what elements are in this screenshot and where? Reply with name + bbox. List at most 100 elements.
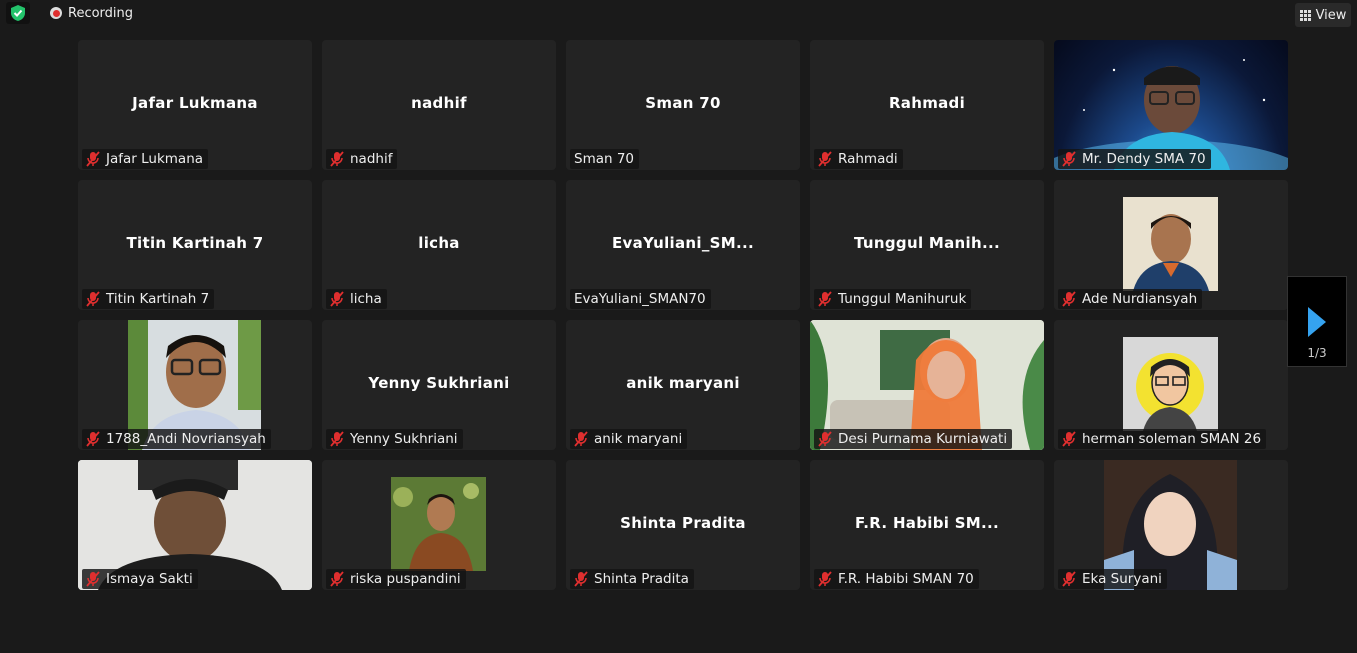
participant-tile[interactable]: F.R. Habibi SM... F.R. Habibi SMAN 70 [810, 460, 1044, 590]
view-button[interactable]: View [1295, 3, 1351, 27]
participant-name-label: licha [326, 289, 387, 309]
mic-muted-icon [86, 431, 100, 447]
participant-name-label: EvaYuliani_SMAN70 [570, 289, 711, 309]
participant-name-label: anik maryani [570, 429, 688, 449]
participant-display-name: Shinta Pradita [620, 514, 746, 532]
participant-name-label: herman soleman SMAN 26 [1058, 429, 1267, 449]
participant-name: F.R. Habibi SMAN 70 [838, 571, 974, 587]
mic-muted-icon [86, 291, 100, 307]
record-icon [50, 7, 62, 19]
participant-name-label: Tunggul Manihuruk [814, 289, 972, 309]
participant-name-label: Yenny Sukhriani [326, 429, 463, 449]
participant-tile[interactable]: Mr. Dendy SMA 70 [1054, 40, 1288, 170]
participant-name: Shinta Pradita [594, 571, 689, 587]
participant-photo [1123, 337, 1218, 431]
participant-tile[interactable]: herman soleman SMAN 26 [1054, 320, 1288, 450]
participant-tile[interactable]: Ade Nurdiansyah [1054, 180, 1288, 310]
participant-name: Jafar Lukmana [106, 151, 204, 167]
participant-display-name: anik maryani [626, 374, 740, 392]
participant-name-label: nadhif [326, 149, 398, 169]
participant-display-name: F.R. Habibi SM... [854, 514, 1000, 532]
participant-name-label: F.R. Habibi SMAN 70 [814, 569, 979, 589]
mic-muted-icon [818, 291, 832, 307]
view-label: View [1315, 7, 1347, 23]
participant-tile[interactable]: EvaYuliani_SM... EvaYuliani_SMAN70 [566, 180, 800, 310]
participant-name-label: Jafar Lukmana [82, 149, 209, 169]
participant-display-name: Yenny Sukhriani [368, 374, 510, 392]
participant-name-label: Rahmadi [814, 149, 903, 169]
mic-muted-icon [86, 151, 100, 167]
participant-name-label: Mr. Dendy SMA 70 [1058, 149, 1211, 169]
participant-tile[interactable]: licha licha [322, 180, 556, 310]
participant-display-name: Sman 70 [645, 94, 721, 112]
participant-name: Titin Kartinah 7 [106, 291, 210, 307]
page-indicator: 1/3 [1307, 346, 1327, 360]
participant-name-label: 1788_Andi Novriansyah [82, 429, 271, 449]
chevron-right-icon [1308, 307, 1326, 337]
participant-tile[interactable]: Yenny Sukhriani Yenny Sukhriani [322, 320, 556, 450]
shield-check-icon[interactable] [6, 2, 30, 24]
participant-name-label: Desi Purnama Kurniawati [814, 429, 1013, 449]
mic-muted-icon [818, 151, 832, 167]
participant-name-label: riska puspandini [326, 569, 466, 589]
participant-tile[interactable]: Desi Purnama Kurniawati [810, 320, 1044, 450]
mic-muted-icon [86, 571, 100, 587]
participant-name: Tunggul Manihuruk [838, 291, 967, 307]
participant-name-label: Ismaya Sakti [82, 569, 198, 589]
participant-name: 1788_Andi Novriansyah [106, 431, 266, 447]
mic-muted-icon [1062, 291, 1076, 307]
participant-name: anik maryani [594, 431, 683, 447]
participant-name: Rahmadi [838, 151, 898, 167]
participant-name-label: Titin Kartinah 7 [82, 289, 215, 309]
participant-tile[interactable]: 1788_Andi Novriansyah [78, 320, 312, 450]
participant-tile[interactable]: anik maryani anik maryani [566, 320, 800, 450]
participant-display-name: Titin Kartinah 7 [126, 234, 264, 252]
grid-icon [1299, 9, 1311, 21]
participant-display-name: Rahmadi [888, 94, 966, 112]
participant-name: Ade Nurdiansyah [1082, 291, 1198, 307]
mic-muted-icon [574, 431, 588, 447]
participant-name: Yenny Sukhriani [350, 431, 458, 447]
gallery-grid: Jafar Lukmana Jafar Lukmana nadhif nadhi… [78, 40, 1288, 590]
mic-muted-icon [818, 571, 832, 587]
participant-tile[interactable]: Shinta Pradita Shinta Pradita [566, 460, 800, 590]
mic-muted-icon [330, 571, 344, 587]
participant-name: Desi Purnama Kurniawati [838, 431, 1008, 447]
participant-display-name: Jafar Lukmana [132, 94, 258, 112]
participant-name: Ismaya Sakti [106, 571, 193, 587]
participant-tile[interactable]: nadhif nadhif [322, 40, 556, 170]
participant-display-name: nadhif [411, 94, 467, 112]
participant-display-name: Tunggul Manih... [854, 234, 1000, 252]
participant-name: Mr. Dendy SMA 70 [1082, 151, 1206, 167]
recording-label: Recording [68, 5, 134, 21]
participant-name: Sman 70 [574, 151, 635, 167]
participant-photo [391, 477, 486, 571]
participant-name: licha [350, 291, 382, 307]
participant-name: EvaYuliani_SMAN70 [574, 291, 706, 307]
participant-tile[interactable]: Titin Kartinah 7 Titin Kartinah 7 [78, 180, 312, 310]
mic-muted-icon [1062, 151, 1076, 167]
participant-name: riska puspandini [350, 571, 461, 587]
participant-display-name: EvaYuliani_SM... [612, 234, 754, 252]
participant-tile[interactable]: Tunggul Manih... Tunggul Manihuruk [810, 180, 1044, 310]
participant-tile[interactable]: Sman 70 Sman 70 [566, 40, 800, 170]
participant-tile-active-speaker[interactable]: Ismaya Sakti [78, 460, 312, 590]
participant-name-label: Eka Suryani [1058, 569, 1167, 589]
participant-name-label: Shinta Pradita [570, 569, 694, 589]
participant-tile[interactable]: Jafar Lukmana Jafar Lukmana [78, 40, 312, 170]
participant-tile[interactable]: Eka Suryani [1054, 460, 1288, 590]
participant-name-label: Ade Nurdiansyah [1058, 289, 1203, 309]
top-bar: Recording View [0, 0, 1357, 28]
participant-name-label: Sman 70 [570, 149, 640, 169]
recording-indicator[interactable]: Recording [50, 4, 133, 22]
participant-tile[interactable]: riska puspandini [322, 460, 556, 590]
mic-muted-icon [818, 431, 832, 447]
participant-photo [1123, 197, 1218, 291]
mic-muted-icon [330, 151, 344, 167]
mic-muted-icon [1062, 431, 1076, 447]
mic-muted-icon [330, 431, 344, 447]
mic-muted-icon [330, 291, 344, 307]
next-page-button[interactable]: 1/3 [1287, 276, 1347, 367]
participant-tile[interactable]: Rahmadi Rahmadi [810, 40, 1044, 170]
participant-display-name: licha [418, 234, 460, 252]
